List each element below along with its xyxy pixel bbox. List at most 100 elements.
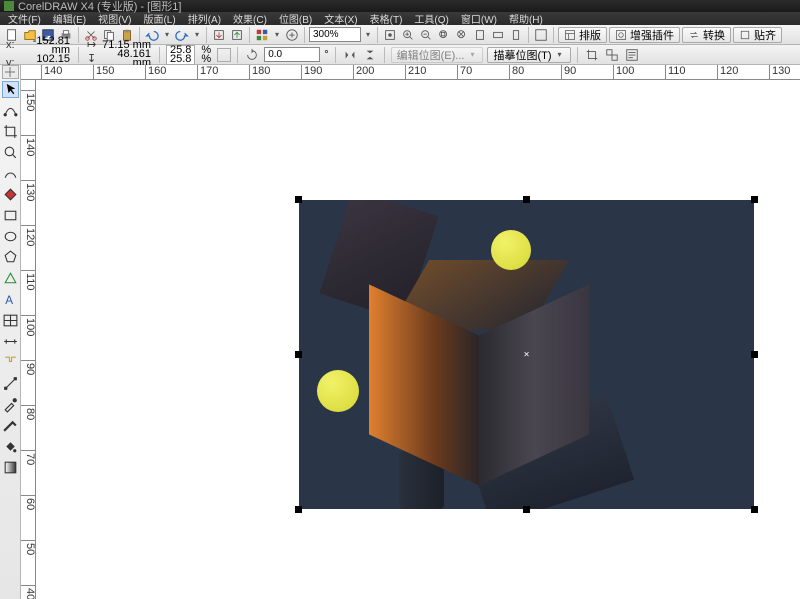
scale-input[interactable]: 25.8 25.8 — [166, 45, 195, 65]
menu-bitmap[interactable]: 位图(B) — [273, 11, 318, 26]
menu-text[interactable]: 文本(X) — [318, 11, 363, 26]
zoom-out-icon[interactable] — [418, 27, 434, 43]
x-label: x: — [6, 41, 18, 50]
basic-shapes-tool-icon[interactable] — [2, 270, 19, 287]
toolbox: A — [0, 65, 21, 599]
convert-button[interactable]: 转换 — [682, 27, 731, 43]
interactive-tool-icon[interactable] — [2, 375, 19, 392]
menu-effects[interactable]: 效果(C) — [227, 11, 273, 26]
wrap-text-icon[interactable] — [624, 47, 640, 63]
vertical-ruler[interactable]: 150140130120110100908070605040 — [21, 80, 36, 599]
ruler-origin-icon[interactable] — [2, 65, 19, 79]
undo-dropdown-icon[interactable]: ▾ — [162, 30, 172, 39]
separator — [528, 27, 529, 43]
zoom-all-icon[interactable] — [454, 27, 470, 43]
eyedropper-tool-icon[interactable] — [2, 396, 19, 413]
ellipse-tool-icon[interactable] — [2, 228, 19, 245]
horizontal-ruler[interactable]: 1401501601701801902002107080901001101201… — [21, 65, 800, 80]
separator — [577, 47, 578, 63]
menu-edit[interactable]: 编辑(E) — [47, 11, 92, 26]
menu-view[interactable]: 视图(V) — [92, 11, 137, 26]
edit-bitmap-button: 编辑位图(E)...▾ — [391, 47, 484, 63]
zoom-page-icon[interactable] — [472, 27, 488, 43]
snap-button[interactable]: 贴齐 — [733, 27, 782, 43]
zoom-height-icon[interactable] — [508, 27, 524, 43]
export-icon[interactable] — [229, 27, 245, 43]
pick-tool-icon[interactable] — [2, 81, 19, 98]
menu-tools[interactable]: 工具(Q) — [408, 11, 454, 26]
menu-arrange[interactable]: 排列(A) — [182, 11, 227, 26]
import-icon[interactable] — [211, 27, 227, 43]
menu-help[interactable]: 帮助(H) — [503, 11, 549, 26]
zoom-selection-icon[interactable] — [436, 27, 452, 43]
scale-y: 25.8 — [170, 53, 191, 65]
handle-ne[interactable] — [751, 196, 758, 203]
shape-tool-icon[interactable] — [2, 102, 19, 119]
connector-tool-icon[interactable] — [2, 354, 19, 371]
separator — [249, 27, 250, 43]
separator — [553, 27, 554, 43]
redo-icon[interactable] — [174, 27, 190, 43]
selection-bounds: × — [299, 200, 754, 509]
zoom-input[interactable] — [309, 27, 361, 42]
pct-y: % — [201, 55, 211, 64]
trace-bitmap-label: 描摹位图(T) — [493, 47, 551, 63]
plugin-label: 增强插件 — [630, 27, 674, 43]
freehand-tool-icon[interactable] — [2, 165, 19, 182]
crop-tool-icon[interactable] — [2, 123, 19, 140]
plugin-button[interactable]: 增强插件 — [609, 27, 680, 43]
zoom-width-icon[interactable] — [490, 27, 506, 43]
trace-bitmap-button[interactable]: 描摹位图(T)▾ — [487, 47, 570, 63]
menu-window[interactable]: 窗口(W) — [455, 11, 503, 26]
edit-bitmap-label: 编辑位图(E)... — [397, 47, 465, 63]
rectangle-tool-icon[interactable] — [2, 207, 19, 224]
handle-s[interactable] — [523, 506, 530, 513]
layout-button[interactable]: 排版 — [558, 27, 607, 43]
table-tool-icon[interactable] — [2, 312, 19, 329]
mirror-h-icon[interactable] — [342, 47, 358, 63]
menu-layout[interactable]: 版面(L) — [137, 11, 181, 26]
handle-e[interactable] — [751, 351, 758, 358]
convert-label: 转换 — [703, 27, 725, 43]
separator — [78, 47, 79, 63]
welcome-icon[interactable] — [284, 27, 300, 43]
outline-tool-icon[interactable] — [2, 417, 19, 434]
menu-table[interactable]: 表格(T) — [364, 11, 409, 26]
polygon-tool-icon[interactable] — [2, 249, 19, 266]
handle-se[interactable] — [751, 506, 758, 513]
fullscreen-icon[interactable] — [533, 27, 549, 43]
resample-icon[interactable] — [604, 47, 620, 63]
crop-icon[interactable] — [584, 47, 600, 63]
x-value: -152.81 mm — [20, 37, 70, 55]
smart-fill-tool-icon[interactable] — [2, 186, 19, 203]
separator — [206, 27, 207, 43]
separator — [377, 27, 378, 43]
text-tool-icon[interactable]: A — [2, 291, 19, 308]
app-launcher-icon[interactable] — [254, 27, 270, 43]
launcher-dropdown-icon[interactable]: ▾ — [272, 30, 282, 39]
handle-nw[interactable] — [295, 196, 302, 203]
dimension-tool-icon[interactable] — [2, 333, 19, 350]
interactive-fill-tool-icon[interactable] — [2, 459, 19, 476]
selection-center-icon: × — [524, 349, 530, 360]
lock-ratio-icon[interactable] — [217, 48, 231, 62]
handle-sw[interactable] — [295, 506, 302, 513]
height-icon: ↧ — [87, 55, 99, 64]
fill-tool-icon[interactable] — [2, 438, 19, 455]
handle-w[interactable] — [295, 351, 302, 358]
percent-labels: % % — [199, 46, 213, 64]
separator — [335, 47, 336, 63]
separator — [384, 47, 385, 63]
menu-file[interactable]: 文件(F) — [2, 11, 47, 26]
snap-icon[interactable] — [382, 27, 398, 43]
mirror-v-icon[interactable] — [362, 47, 378, 63]
zoom-tool-icon[interactable] — [2, 144, 19, 161]
zoom-dropdown-icon[interactable]: ▾ — [363, 30, 373, 39]
separator — [304, 27, 305, 43]
menu-bar: 文件(F) 编辑(E) 视图(V) 版面(L) 排列(A) 效果(C) 位图(B… — [0, 12, 800, 25]
handle-n[interactable] — [523, 196, 530, 203]
angle-input[interactable] — [264, 47, 320, 62]
drawing-canvas[interactable]: × — [36, 80, 800, 599]
zoom-in-icon[interactable] — [400, 27, 416, 43]
redo-dropdown-icon[interactable]: ▾ — [192, 30, 202, 39]
